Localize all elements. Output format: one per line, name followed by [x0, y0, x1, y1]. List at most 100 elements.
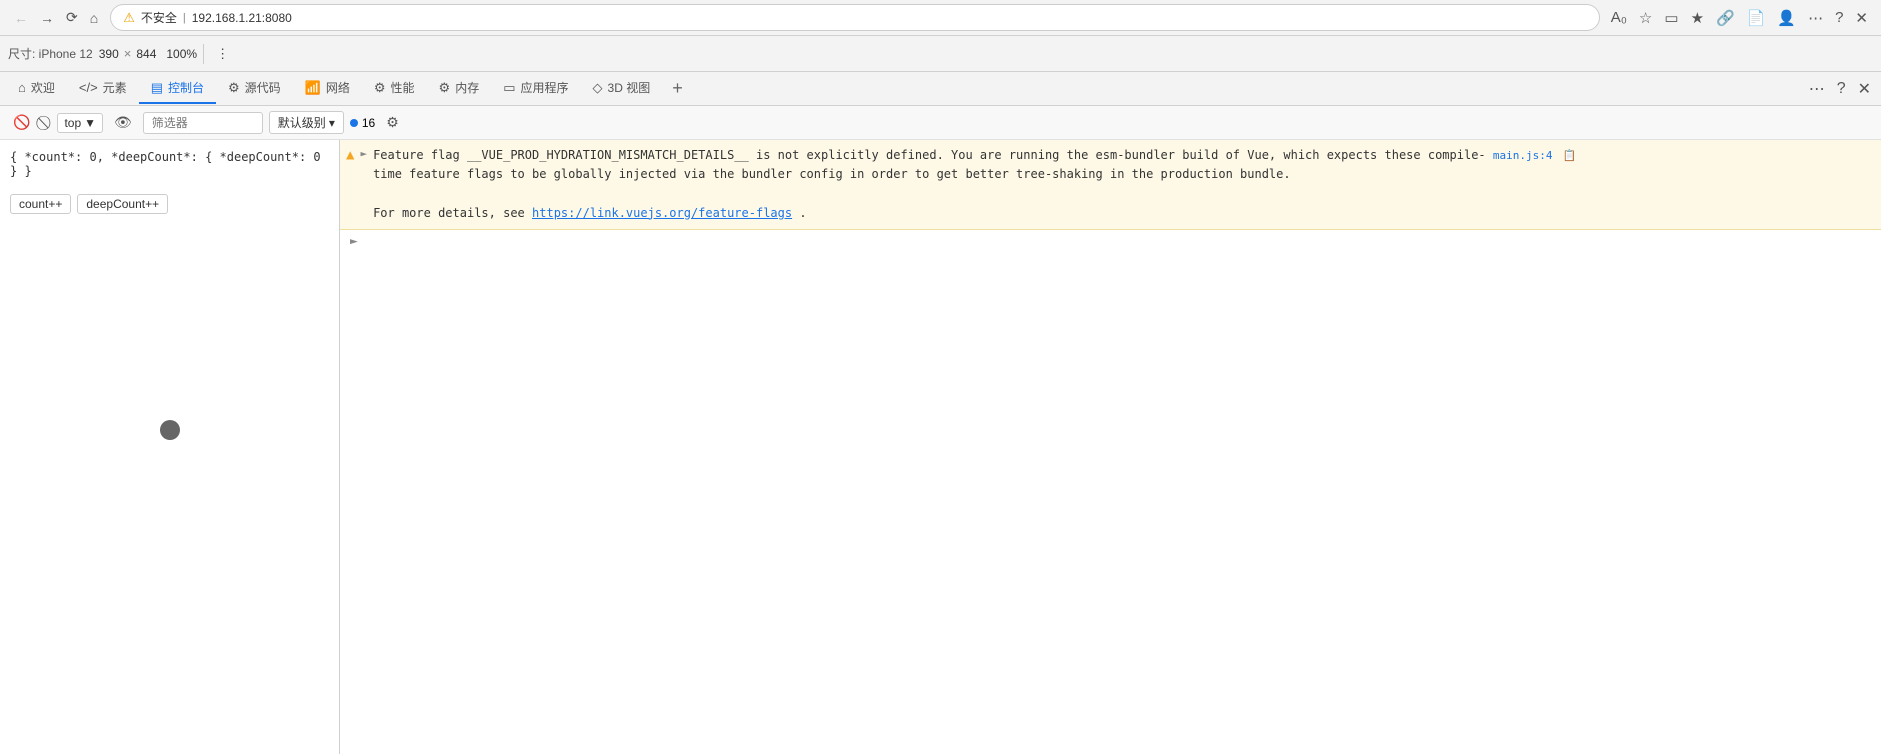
close-btn[interactable]: ✕ [1852, 6, 1871, 30]
security-warning-icon: ⚠ [123, 10, 135, 26]
tab-welcome-label: 欢迎 [31, 79, 55, 96]
profile-btn[interactable]: 👤 [1774, 6, 1799, 30]
tab-3dview[interactable]: ◇ 3D 视图 [581, 73, 663, 104]
reload-button[interactable]: ⟳ [62, 5, 82, 30]
preview-viewport [0, 220, 339, 754]
tab-welcome[interactable]: ⌂ 欢迎 [6, 73, 67, 104]
tab-network-label: 网络 [326, 79, 350, 96]
warning-text-part1: Feature flag __VUE_PROD_HYDRATION_MISMAT… [373, 148, 1486, 162]
toolbar-separator-1 [203, 44, 204, 64]
level-select-arrow: ▾ [329, 116, 335, 130]
console-settings-btn[interactable]: ⚙ [381, 111, 404, 134]
top-select-label: top [64, 116, 81, 130]
warning-triangle-icon: ▲ [346, 147, 354, 163]
favorites-btn[interactable]: ★ [1688, 6, 1707, 30]
welcome-icon: ⌂ [18, 80, 26, 95]
size-separator: × [124, 46, 132, 61]
devtools-help-btn[interactable]: ? [1833, 75, 1850, 103]
tab-sources[interactable]: ⚙ 源代码 [216, 73, 293, 104]
font-size-btn[interactable]: A₀ [1608, 6, 1630, 30]
eye-btn[interactable]: 👁 [109, 111, 137, 134]
tab-performance-label: 性能 [391, 79, 415, 96]
preview-panel: { *count*: 0, *deepCount*: { *deepCount*… [0, 140, 340, 754]
tab-elements[interactable]: </> 元素 [67, 73, 139, 104]
address-text: 不安全 [141, 9, 177, 26]
deep-count-increment-btn[interactable]: deepCount++ [77, 194, 168, 214]
message-count: 16 [350, 116, 375, 130]
tab-elements-label: 元素 [103, 79, 127, 96]
tab-3dview-label: 3D 视图 [608, 79, 651, 96]
warning-text-part2: time feature flags to be globally inject… [373, 167, 1291, 181]
tab-application[interactable]: ▭ 应用程序 [491, 73, 580, 104]
home-button[interactable]: ⌂ [86, 5, 102, 30]
browser-chrome: ← → ⟳ ⌂ ⚠ 不安全 | 192.168.1.21:8080 A₀ ☆ ▭… [0, 0, 1881, 36]
tab-application-label: 应用程序 [521, 79, 569, 96]
warning-source-copy-btn[interactable]: 📋 [1563, 149, 1577, 162]
count-indicator [350, 119, 358, 127]
address-value: 192.168.1.21:8080 [192, 11, 292, 25]
tab-console[interactable]: ▤ 控制台 [139, 73, 216, 104]
console-icon: ▤ [151, 80, 163, 96]
preview-circle [160, 420, 180, 440]
tab-network[interactable]: 📶 网络 [293, 73, 362, 104]
forward-button[interactable]: → [36, 5, 58, 30]
warning-feature-flags-link[interactable]: https://link.vuejs.org/feature-flags [532, 206, 792, 220]
warning-text: Feature flag __VUE_PROD_HYDRATION_MISMAT… [373, 146, 1871, 223]
expand-arrow[interactable]: ► [360, 147, 367, 160]
devtools-more-btn[interactable]: ⋯ [1805, 75, 1829, 103]
size-label: 尺寸: iPhone 12 [8, 45, 93, 62]
preview-buttons: count++ deepCount++ [0, 188, 339, 220]
level-select[interactable]: 默认级别 ▾ [269, 111, 344, 134]
tab-memory[interactable]: ⚙ 内存 [427, 73, 492, 104]
clear-console-btn[interactable]: 🚫 [8, 111, 35, 134]
devtools-right-icons: ⋯ ? ✕ [1805, 75, 1875, 103]
expand-icon: ► [350, 234, 358, 249]
warning-source-link[interactable]: main.js:4 [1493, 149, 1553, 162]
nav-buttons: ← → ⟳ ⌂ [10, 5, 102, 30]
console-toolbar: 🚫 ⃠ top ▼ 👁 默认级别 ▾ 16 ⚙ [0, 106, 1881, 140]
memory-icon: ⚙ [439, 80, 451, 96]
browser-actions: A₀ ☆ ▭ ★ 🔗 📄 👤 ⋯ ? ✕ [1608, 6, 1871, 30]
tab-memory-label: 内存 [455, 79, 479, 96]
address-bar[interactable]: ⚠ 不安全 | 192.168.1.21:8080 [110, 4, 1599, 31]
network-icon: 📶 [305, 80, 321, 96]
top-select-arrow: ▼ [84, 116, 96, 130]
count-value: 16 [362, 116, 375, 130]
help-btn[interactable]: ? [1832, 6, 1846, 30]
console-expand-row[interactable]: ► [340, 230, 1881, 253]
console-panel: ▲ ► Feature flag __VUE_PROD_HYDRATION_MI… [340, 140, 1881, 754]
device-toolbar: 尺寸: iPhone 12 390 × 844 100% ⋮ [0, 36, 1881, 72]
split-view-btn[interactable]: ▭ [1661, 6, 1681, 30]
tab-console-label: 控制台 [168, 79, 204, 96]
warning-message: ▲ ► Feature flag __VUE_PROD_HYDRATION_MI… [340, 140, 1881, 230]
address-separator: | [183, 12, 186, 24]
application-icon: ▭ [503, 80, 515, 96]
block-btn[interactable]: ⃠ [41, 111, 51, 134]
extensions-btn[interactable]: 🔗 [1713, 6, 1738, 30]
devtools-close-btn[interactable]: ✕ [1854, 75, 1875, 103]
back-button[interactable]: ← [10, 5, 32, 30]
main-layout: { *count*: 0, *deepCount*: { *deepCount*… [0, 140, 1881, 754]
tab-sources-label: 源代码 [245, 79, 281, 96]
count-increment-btn[interactable]: count++ [10, 194, 71, 214]
width-value: 390 [99, 47, 119, 61]
collections-btn[interactable]: 📄 [1744, 6, 1769, 30]
height-value: 844 [136, 47, 156, 61]
add-tab-button[interactable]: + [666, 78, 689, 99]
zoom-value: 100% [166, 47, 197, 61]
tab-performance[interactable]: ⚙ 性能 [362, 73, 427, 104]
sources-icon: ⚙ [228, 80, 240, 96]
performance-icon: ⚙ [374, 80, 386, 96]
3dview-icon: ◇ [593, 80, 603, 96]
preview-json: { *count*: 0, *deepCount*: { *deepCount*… [0, 140, 339, 188]
warning-text-part3: For more details, see [373, 206, 532, 220]
top-select[interactable]: top ▼ [57, 113, 103, 133]
warning-text-end: . [799, 206, 806, 220]
level-select-label: 默认级别 [278, 114, 326, 131]
bookmark-btn[interactable]: ☆ [1636, 6, 1655, 30]
more-devices-btn[interactable]: ⋮ [210, 42, 235, 66]
elements-icon: </> [79, 80, 98, 95]
filter-input[interactable] [143, 112, 263, 134]
preview-json-text: { *count*: 0, *deepCount*: { *deepCount*… [10, 150, 321, 178]
more-btn[interactable]: ⋯ [1805, 6, 1826, 30]
